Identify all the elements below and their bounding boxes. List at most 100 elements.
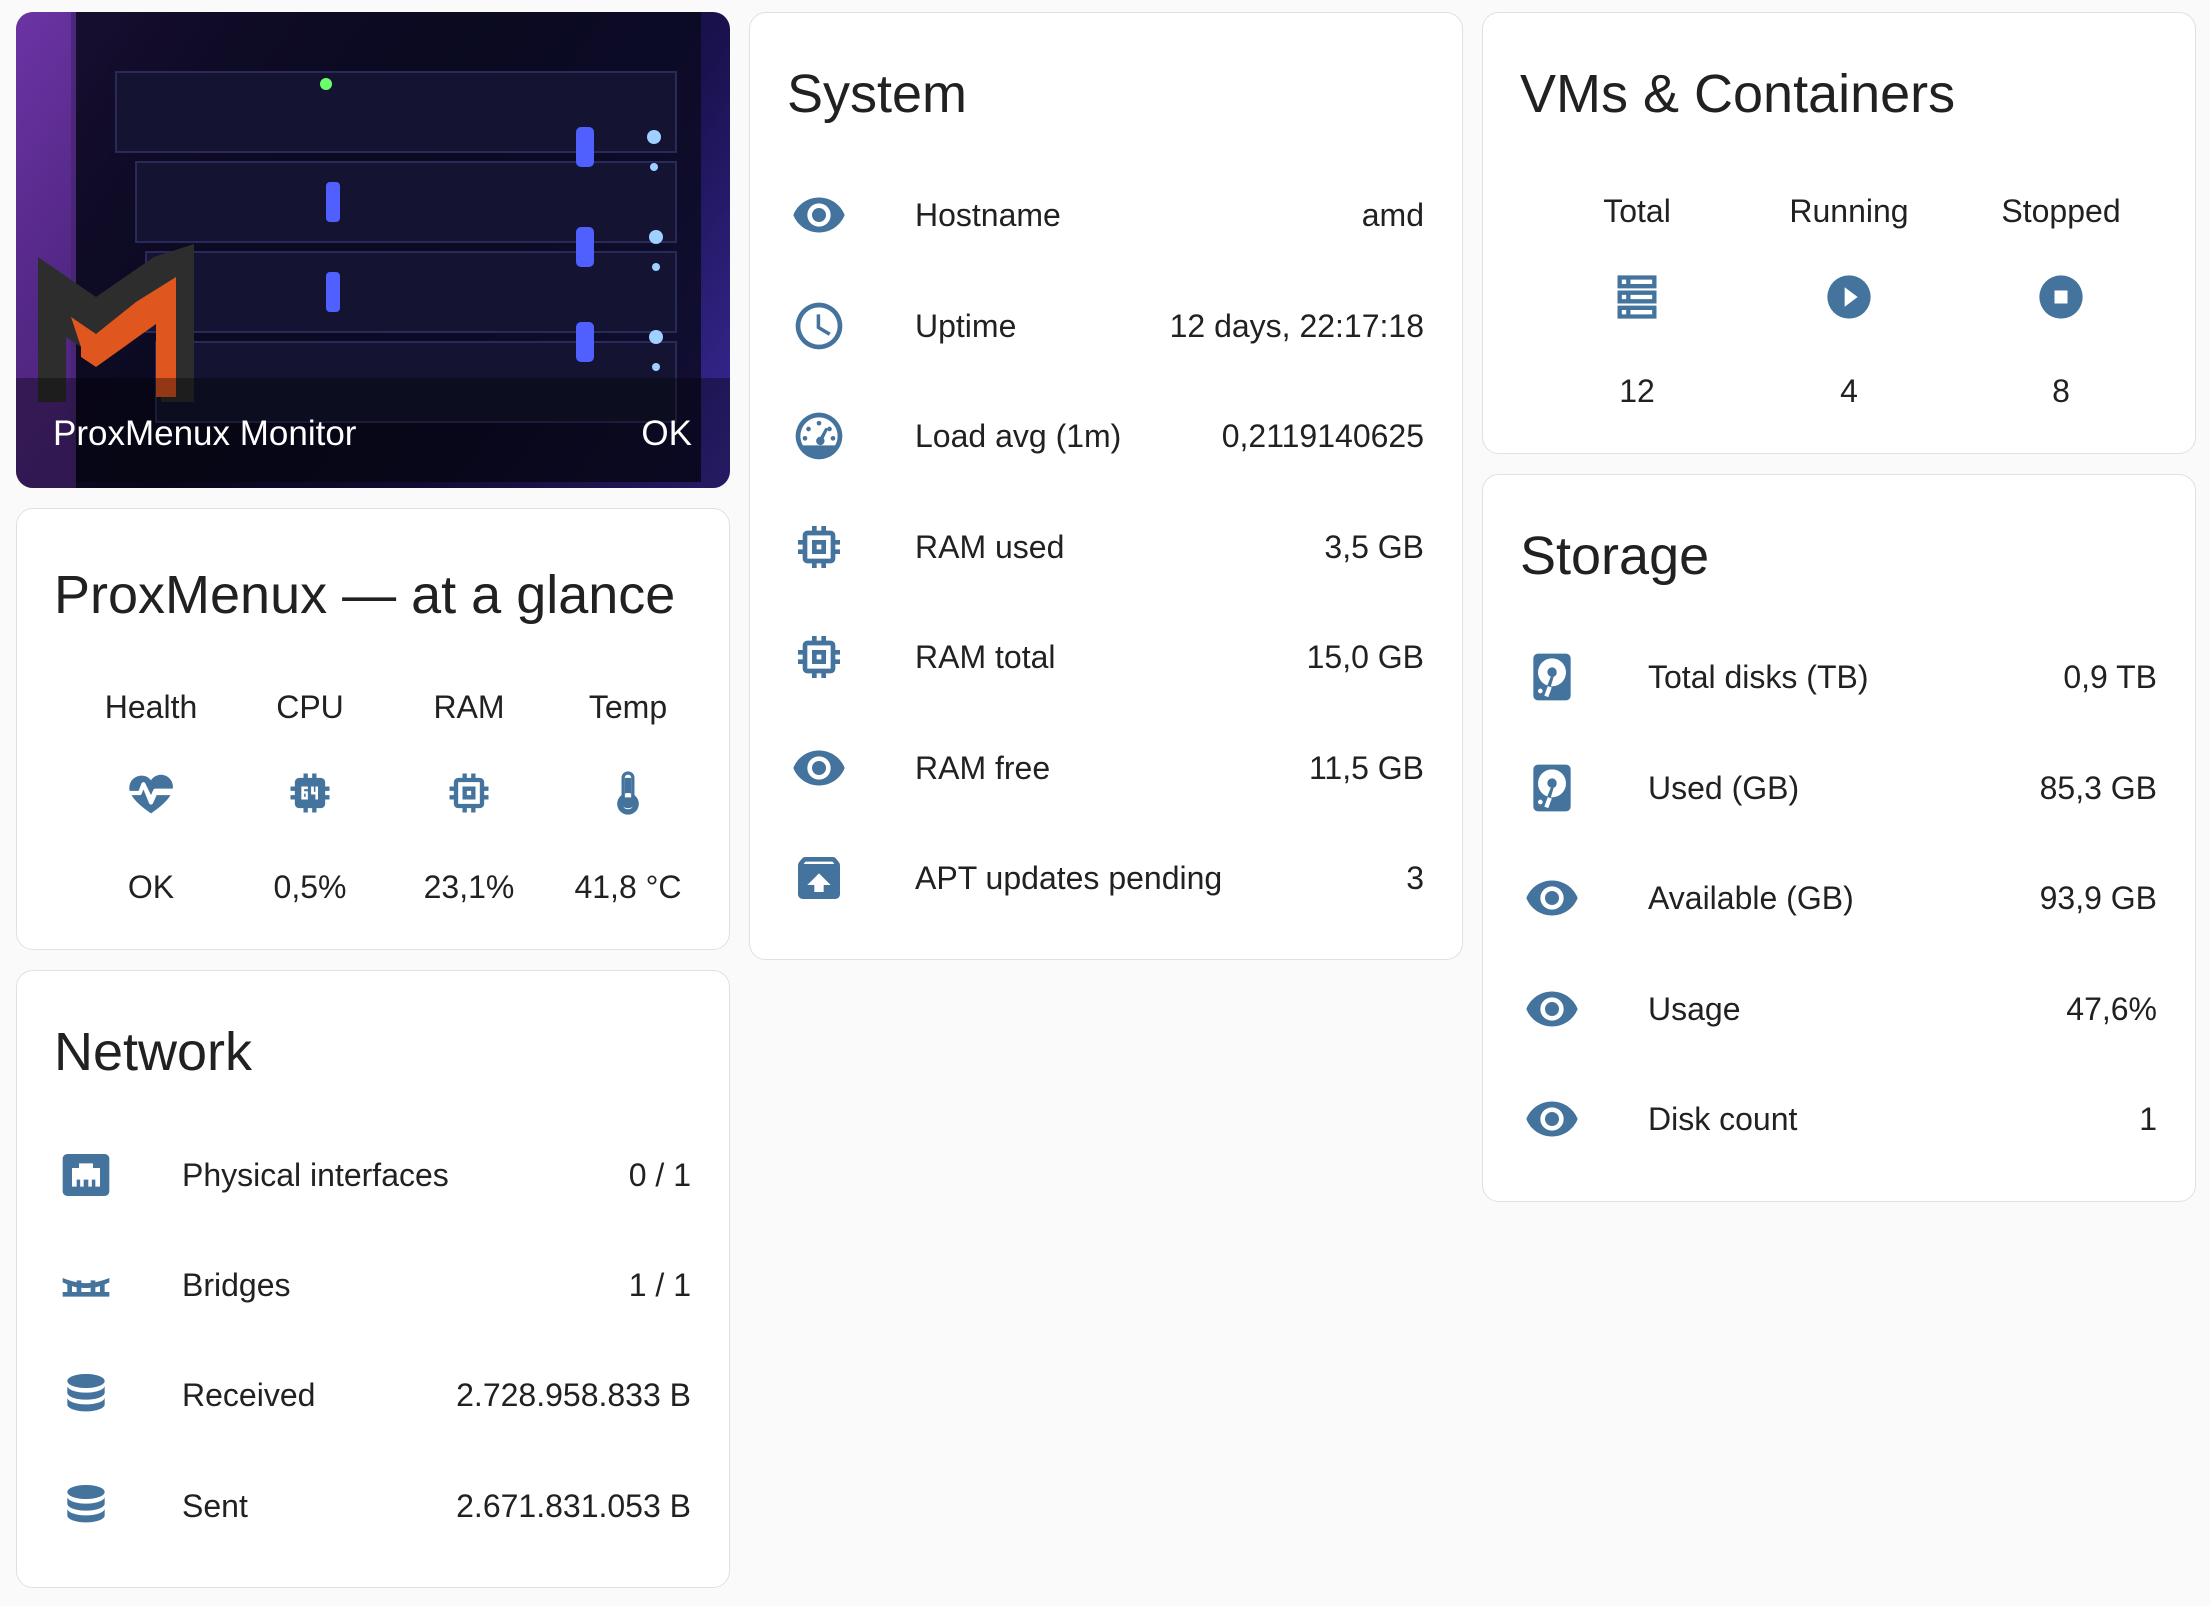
system-title: System [787, 64, 968, 124]
storage-title: Storage [1520, 526, 1710, 586]
storage-row-disk-count[interactable]: Disk count 1 [1483, 1079, 2195, 1159]
storage-row-total-disks[interactable]: Total disks (TB) 0,9 TB [1483, 637, 2195, 717]
vms-stopped-label: Stopped [2001, 193, 2121, 229]
row-label: Used (GB) [1648, 769, 1800, 806]
stop-circle-icon [2035, 271, 2087, 323]
system-row-ram-total[interactable]: RAM total 15,0 GB [750, 617, 1462, 697]
row-value: 3,5 GB [1324, 528, 1424, 565]
system-card: System Hostname amd Uptime 12 days, 22:1… [749, 12, 1463, 960]
glance-title: ProxMenux — at a glance [54, 565, 676, 625]
system-row-ram-used[interactable]: RAM used 3,5 GB [750, 507, 1462, 587]
ethernet-icon [58, 1147, 114, 1203]
proxmenux-monitor-picture-card[interactable]: ProxMenux Monitor OK [16, 12, 730, 488]
package-up-icon [791, 850, 847, 906]
row-label: Sent [182, 1487, 248, 1524]
system-row-ram-free[interactable]: RAM free 11,5 GB [750, 728, 1462, 808]
vms-total-value: 12 [1619, 373, 1655, 409]
system-row-load-avg[interactable]: Load avg (1m) 0,2119140625 [750, 396, 1462, 476]
glance-health-value: OK [127, 869, 175, 905]
row-label: Uptime [915, 307, 1017, 344]
row-value: 3 [1406, 859, 1424, 896]
row-value: 85,3 GB [2039, 769, 2157, 806]
row-value: 15,0 GB [1306, 638, 1424, 675]
eye-icon [1524, 981, 1580, 1037]
system-row-uptime[interactable]: Uptime 12 days, 22:17:18 [750, 286, 1462, 366]
glance-temp-label: Temp [588, 689, 668, 725]
vms-total[interactable]: Total 12 [1537, 193, 1737, 423]
storage-row-usage[interactable]: Usage 47,6% [1483, 969, 2195, 1049]
glance-temp[interactable]: Temp 41,8 °C [548, 689, 708, 909]
row-value: 0,9 TB [2063, 658, 2157, 695]
row-value: 0 / 1 [628, 1156, 691, 1193]
gauge-icon [791, 408, 847, 464]
glance-cpu-label: CPU [276, 689, 344, 725]
row-value: 47,6% [2066, 990, 2157, 1027]
memory-chip-icon [443, 767, 495, 819]
eye-icon [1524, 870, 1580, 926]
network-card: Network Physical interfaces 0 / 1 Bridge… [16, 970, 730, 1588]
row-value: 1 / 1 [628, 1266, 691, 1303]
row-value: 11,5 GB [1308, 749, 1424, 786]
vms-running[interactable]: Running 4 [1749, 193, 1949, 423]
row-label: Hostname [915, 196, 1061, 233]
heart-pulse-icon [125, 767, 177, 819]
glance-health-label: Health [104, 689, 198, 725]
database-icon [58, 1367, 114, 1423]
row-label: Bridges [182, 1266, 291, 1303]
storage-row-available[interactable]: Available (GB) 93,9 GB [1483, 858, 2195, 938]
glance-ram[interactable]: RAM 23,1% [389, 689, 549, 909]
row-label: Received [182, 1376, 316, 1413]
vms-title: VMs & Containers [1520, 64, 1956, 124]
database-icon [58, 1478, 114, 1534]
play-circle-icon [1823, 271, 1875, 323]
clock-icon [791, 298, 847, 354]
memory-chip-icon [791, 629, 847, 685]
thermometer-icon [602, 767, 654, 819]
row-label: Usage [1648, 990, 1741, 1027]
row-label: Physical interfaces [182, 1156, 449, 1193]
glance-ram-label: RAM [433, 689, 505, 725]
harddisk-icon [1524, 649, 1580, 705]
cpu-64-icon [284, 767, 336, 819]
system-row-apt-updates[interactable]: APT updates pending 3 [750, 838, 1462, 918]
vms-containers-card: VMs & Containers Total 12 Running 4 Stop… [1482, 12, 2196, 454]
eye-icon [791, 187, 847, 243]
picture-caption-bar: ProxMenux Monitor OK [16, 378, 730, 488]
network-row-sent[interactable]: Sent 2.671.831.053 B [17, 1466, 729, 1546]
picture-card-name: ProxMenux Monitor [53, 414, 357, 453]
row-value: 0,2119140625 [1221, 417, 1424, 454]
storage-card: Storage Total disks (TB) 0,9 TB Used (GB… [1482, 474, 2196, 1202]
row-label: RAM free [915, 749, 1051, 786]
server-icon [1611, 271, 1663, 323]
row-value: amd [1361, 196, 1424, 233]
picture-card-state: OK [641, 414, 692, 453]
row-value: 12 days, 22:17:18 [1169, 307, 1424, 344]
eye-icon [791, 740, 847, 796]
glance-cpu-value: 0,5% [273, 869, 347, 905]
glance-cpu[interactable]: CPU 0,5% [230, 689, 390, 909]
storage-row-used[interactable]: Used (GB) 85,3 GB [1483, 748, 2195, 828]
row-value: 2.728.958.833 B [456, 1376, 691, 1413]
row-label: RAM used [915, 528, 1065, 565]
vms-stopped[interactable]: Stopped 8 [1961, 193, 2161, 423]
row-value: 2.671.831.053 B [456, 1487, 691, 1524]
network-title: Network [54, 1022, 253, 1082]
memory-chip-icon [791, 519, 847, 575]
vms-total-label: Total [1603, 193, 1671, 229]
network-row-bridges[interactable]: Bridges 1 / 1 [17, 1245, 729, 1325]
glance-health[interactable]: Health OK [71, 689, 231, 909]
row-label: Load avg (1m) [915, 417, 1122, 454]
harddisk-icon [1524, 760, 1580, 816]
row-label: Total disks (TB) [1648, 658, 1869, 695]
system-row-hostname[interactable]: Hostname amd [750, 175, 1462, 255]
network-row-received[interactable]: Received 2.728.958.833 B [17, 1355, 729, 1435]
row-label: RAM total [915, 638, 1056, 675]
row-label: Available (GB) [1648, 879, 1854, 916]
network-row-physical-interfaces[interactable]: Physical interfaces 0 / 1 [17, 1135, 729, 1215]
bridge-icon [58, 1257, 114, 1313]
vms-running-label: Running [1789, 193, 1909, 229]
eye-icon [1524, 1091, 1580, 1147]
glance-temp-value: 41,8 °C [574, 869, 682, 905]
row-label: Disk count [1648, 1100, 1798, 1137]
row-label: APT updates pending [915, 859, 1223, 896]
